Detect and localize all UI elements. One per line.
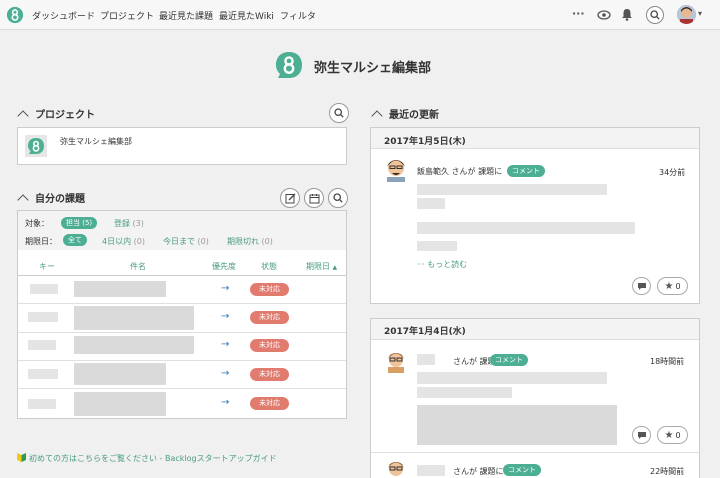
filter-registered-tab[interactable]: 登録 (3)	[114, 218, 144, 229]
project-list-item[interactable]: 弥生マルシェ編集部	[17, 127, 347, 165]
my-issues-section-heading[interactable]: 自分の課題	[17, 190, 85, 206]
nav-recent-issues[interactable]: 最近見た課題	[159, 9, 213, 22]
filter-due-today-tab[interactable]: 今日まで (0)	[163, 236, 209, 247]
comment-tag: コメント	[490, 354, 528, 366]
filter-assigned-tab[interactable]: 担当 (5)	[61, 217, 98, 229]
star-icon: ★	[664, 280, 674, 292]
comment-button[interactable]	[632, 426, 651, 444]
calendar-icon	[309, 193, 319, 203]
activity-time: 22時間前	[650, 467, 685, 476]
startup-guide-link[interactable]: 初めての方はこちらをご覧ください - Backlogスタートアップガイド	[17, 452, 277, 464]
star-button[interactable]: ★ 0	[657, 426, 688, 444]
status-badge: 未対応	[250, 311, 289, 324]
search-icon	[650, 10, 660, 20]
project-icon	[25, 135, 47, 157]
comment-bubble-icon	[637, 282, 646, 290]
column-header-due-date[interactable]: 期限日 ▲	[306, 261, 337, 272]
user-avatar[interactable]	[384, 349, 408, 373]
star-icon: ★	[664, 429, 674, 441]
calendar-button[interactable]	[304, 188, 324, 208]
comment-button[interactable]	[632, 277, 651, 295]
status-badge: 未対応	[250, 368, 289, 381]
activity-group-panel	[370, 127, 700, 304]
global-search-button[interactable]	[646, 6, 664, 24]
activity-date-heading: 2017年1月5日(木)	[384, 137, 466, 147]
status-badge: 未対応	[250, 339, 289, 352]
collapse-chevron-icon	[17, 110, 29, 122]
collapse-chevron-icon	[371, 110, 383, 122]
issue-search-button[interactable]	[328, 188, 348, 208]
filter-due-label: 期限日：	[25, 237, 57, 246]
read-more-link[interactable]: ··· もっと読む	[417, 259, 467, 270]
column-header-status[interactable]: 状態	[261, 261, 277, 272]
column-header-priority[interactable]: 優先度	[212, 261, 236, 272]
priority-normal-icon: →	[221, 311, 230, 322]
star-button[interactable]: ★ 0	[657, 277, 688, 295]
top-navigation-bar: ダッシュボード プロジェクト 最近見た課題 最近見たWiki フィルタ ··· …	[0, 0, 720, 30]
user-menu-caret-icon[interactable]: ▾	[698, 9, 702, 18]
filter-due-4days-tab[interactable]: 4日以内 (0)	[102, 236, 145, 247]
more-menu-icon[interactable]: ···	[572, 7, 585, 20]
user-avatar[interactable]	[677, 5, 696, 24]
user-avatar[interactable]	[384, 458, 408, 478]
filter-overdue-tab[interactable]: 期限切れ (0)	[227, 236, 273, 247]
search-icon	[333, 193, 343, 203]
collapse-chevron-icon	[17, 194, 29, 206]
activity-group-panel	[370, 318, 700, 478]
notification-bell-icon[interactable]	[621, 8, 633, 21]
add-issue-button[interactable]	[280, 188, 300, 208]
space-title: 弥生マルシェ編集部	[314, 61, 432, 76]
projects-section-heading[interactable]: プロジェクト	[17, 106, 95, 122]
comment-tag: コメント	[503, 464, 541, 476]
comment-tag: コメント	[507, 165, 545, 177]
priority-normal-icon: →	[221, 339, 230, 350]
watch-eye-icon[interactable]	[597, 9, 611, 21]
column-header-key[interactable]: キー	[39, 261, 55, 272]
beginner-mark-icon	[17, 453, 26, 462]
priority-normal-icon: →	[221, 397, 230, 408]
filter-target-label: 対象：	[25, 219, 49, 228]
activity-date-heading: 2017年1月4日(水)	[384, 327, 466, 337]
status-badge: 未対応	[250, 397, 289, 410]
nav-projects[interactable]: プロジェクト	[100, 9, 154, 22]
activity-text: さんが 課題に	[453, 467, 504, 476]
user-avatar[interactable]	[384, 156, 408, 182]
status-badge: 未対応	[250, 283, 289, 296]
backlog-logo-icon[interactable]	[6, 6, 24, 24]
edit-icon	[285, 193, 295, 203]
nav-filters[interactable]: フィルタ	[280, 9, 316, 22]
space-logo-icon	[276, 52, 302, 78]
activity-time: 34分前	[659, 168, 686, 177]
nav-dashboard[interactable]: ダッシュボード	[32, 9, 95, 22]
comment-bubble-icon	[637, 431, 646, 439]
project-name[interactable]: 弥生マルシェ編集部	[60, 136, 132, 147]
nav-recent-wiki[interactable]: 最近見たWiki	[219, 9, 274, 22]
activity-text: 飯島範久 さんが 課題に	[417, 167, 503, 176]
activity-user-name[interactable]: 飯島範久	[417, 167, 449, 176]
column-header-summary[interactable]: 件名	[130, 261, 146, 272]
filter-due-all-tab[interactable]: 全て	[63, 234, 87, 246]
activity-time: 18時間前	[650, 357, 685, 366]
priority-normal-icon: →	[221, 368, 230, 379]
recent-updates-section-heading[interactable]: 最近の更新	[371, 106, 439, 122]
project-search-button[interactable]	[329, 103, 349, 123]
priority-normal-icon: →	[221, 283, 230, 294]
search-icon	[334, 108, 344, 118]
sort-ascending-icon: ▲	[332, 264, 338, 271]
